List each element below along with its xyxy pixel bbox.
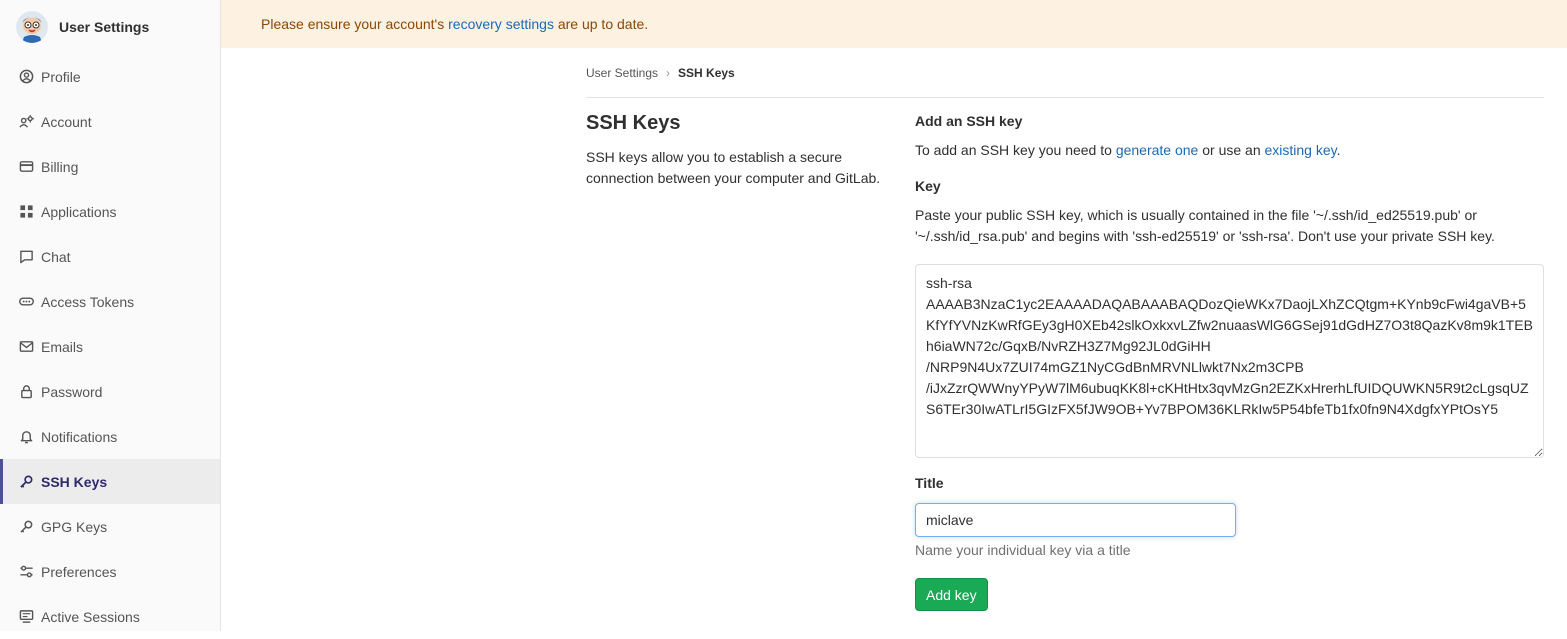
sidebar-item-access-tokens[interactable]: Access Tokens [0, 279, 220, 324]
applications-icon [18, 204, 34, 220]
form-heading: Add an SSH key [915, 113, 1023, 129]
profile-icon [18, 69, 34, 85]
alert-text-prefix: Please ensure your account's [261, 16, 449, 32]
sidebar-item-profile[interactable]: Profile [0, 54, 220, 99]
sidebar-item-label: Notifications [41, 428, 118, 445]
sidebar-title: User Settings [59, 19, 150, 35]
sidebar-item-label: Billing [41, 158, 79, 175]
intro-text: . [1336, 142, 1341, 158]
lock-icon [18, 384, 34, 400]
sidebar-item-label: Chat [41, 248, 71, 265]
sidebar-item-label: Applications [41, 203, 117, 220]
mail-icon [18, 339, 34, 355]
key-textarea[interactable]: ssh-rsa AAAAB3NzaC1yc2EAAAADAQABAAABAQDo… [915, 264, 1544, 458]
sidebar-item-password[interactable]: Password [0, 369, 220, 414]
sidebar-item-preferences[interactable]: Preferences [0, 549, 220, 594]
preferences-icon [18, 564, 34, 580]
billing-icon [18, 159, 34, 175]
sidebar-header: User Settings [0, 0, 220, 54]
page-title: SSH Keys [586, 112, 681, 134]
sidebar-item-label: Password [41, 383, 103, 400]
sidebar-item-label: Active Sessions [41, 608, 140, 625]
title-input[interactable] [915, 503, 1236, 537]
sidebar-item-chat[interactable]: Chat [0, 234, 220, 279]
breadcrumb-parent-link[interactable]: User Settings [586, 66, 658, 80]
sidebar: User Settings Profile Account Billing Ap… [0, 0, 221, 631]
recovery-settings-link[interactable]: recovery settings [448, 16, 554, 32]
sidebar-item-label: Preferences [41, 563, 117, 580]
breadcrumb-current[interactable]: SSH Keys [678, 66, 735, 80]
intro-text: or use an [1198, 142, 1265, 158]
sessions-icon [18, 609, 34, 625]
sidebar-item-label: Account [41, 113, 92, 130]
key-icon [18, 474, 34, 490]
bell-icon [18, 429, 34, 445]
sidebar-item-billing[interactable]: Billing [0, 144, 220, 189]
title-hint: Name your individual key via a title [915, 542, 1131, 558]
add-ssh-key-form: Add an SSH key To add an SSH key you nee… [915, 112, 1544, 611]
sidebar-item-label: Emails [41, 338, 84, 355]
key-icon [18, 519, 34, 535]
sidebar-item-label: SSH Keys [41, 473, 108, 490]
section-description: SSH keys allow you to establish a secure… [586, 149, 881, 186]
breadcrumb: User Settings › SSH Keys [586, 66, 1544, 98]
section-info: SSH Keys SSH keys allow you to establish… [586, 112, 886, 189]
chat-icon [18, 249, 34, 265]
form-intro: To add an SSH key you need to generate o… [915, 141, 1544, 159]
sidebar-item-ssh-keys[interactable]: SSH Keys [0, 459, 220, 504]
title-label: Title [915, 475, 944, 491]
token-icon [18, 294, 34, 310]
sidebar-item-applications[interactable]: Applications [0, 189, 220, 234]
key-help-text: Paste your public SSH key, which is usua… [915, 207, 1495, 244]
sidebar-item-label: GPG Keys [41, 518, 108, 535]
add-key-button[interactable]: Add key [915, 578, 988, 611]
key-label: Key [915, 178, 941, 194]
account-icon [18, 114, 34, 130]
recovery-alert: Please ensure your account's recovery se… [221, 0, 1567, 48]
avatar[interactable] [16, 11, 48, 43]
sidebar-item-gpg-keys[interactable]: GPG Keys [0, 504, 220, 549]
sidebar-item-emails[interactable]: Emails [0, 324, 220, 369]
chevron-right-icon: › [666, 66, 671, 80]
alert-text-suffix: are up to date. [553, 16, 649, 32]
sidebar-item-account[interactable]: Account [0, 99, 220, 144]
sidebar-item-notifications[interactable]: Notifications [0, 414, 220, 459]
existing-key-link[interactable]: existing key [1265, 142, 1337, 158]
intro-text: To add an SSH key you need to [915, 142, 1116, 158]
generate-one-link[interactable]: generate one [1116, 142, 1199, 158]
sidebar-item-label: Access Tokens [41, 293, 135, 310]
sidebar-item-label: Profile [41, 68, 81, 85]
sidebar-item-active-sessions[interactable]: Active Sessions [0, 594, 220, 639]
